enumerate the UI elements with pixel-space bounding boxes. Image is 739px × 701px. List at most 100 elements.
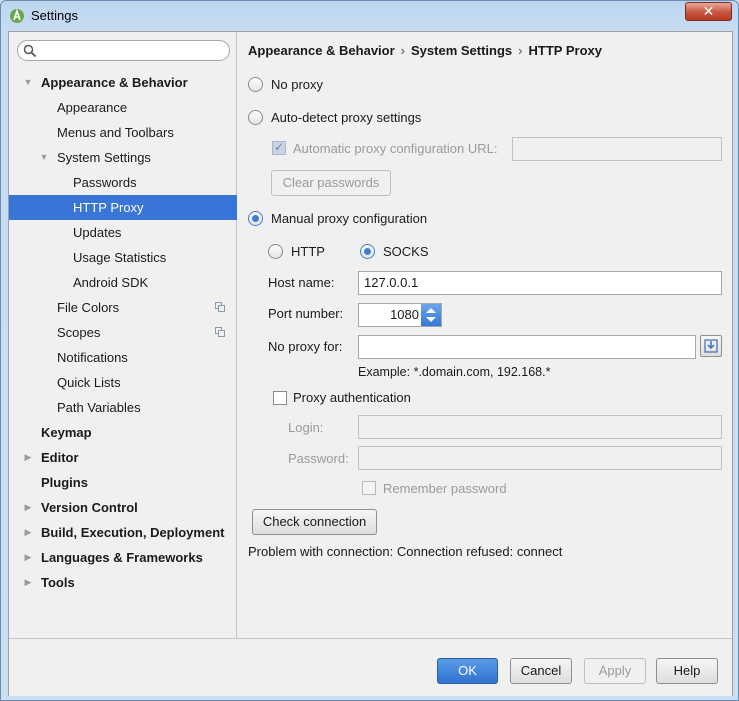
tree-item-file-colors[interactable]: File Colors — [9, 295, 237, 320]
tree-item-label: Editor — [41, 450, 79, 465]
apply-button: Apply — [584, 658, 646, 684]
auto-detect-radio[interactable] — [248, 110, 263, 125]
tree-item-label: HTTP Proxy — [73, 200, 144, 215]
android-studio-icon — [10, 8, 24, 23]
connection-status: Problem with connection: Connection refu… — [248, 544, 563, 559]
tree-item-scopes[interactable]: Scopes — [9, 320, 237, 345]
auto-config-url-label: Automatic proxy configuration URL: — [293, 141, 498, 156]
http-proxy-panel: Appearance & Behavior › System Settings › HT… — [238, 32, 732, 638]
project-scope-icon — [215, 327, 225, 337]
tree-item-label: Scopes — [57, 325, 101, 340]
tree-item-build-execution-deployment[interactable]: ▶ Build, Execution, Deployment — [9, 520, 237, 545]
tree-item-label: Path Variables — [57, 400, 141, 415]
remember-password-label: Remember password — [383, 481, 507, 496]
tree-item-editor[interactable]: ▶ Editor — [9, 445, 237, 470]
dialog-client: ▼ Appearance & Behavior Appearance Menus an… — [8, 31, 733, 696]
collapsed-arrow-icon[interactable]: ▶ — [22, 445, 34, 470]
clear-passwords-button: Clear passwords — [271, 170, 391, 196]
auto-config-url-field — [512, 137, 722, 161]
spinner-down-icon[interactable] — [426, 317, 436, 322]
close-button[interactable]: ✕ — [685, 2, 732, 21]
breadcrumb-item: Appearance & Behavior — [248, 43, 395, 58]
password-input — [358, 446, 722, 470]
collapsed-arrow-icon[interactable]: ▶ — [22, 545, 34, 570]
project-scope-icon — [215, 302, 225, 312]
tree-item-menus-and-toolbars[interactable]: Menus and Toolbars — [9, 120, 237, 145]
tree-item-keymap[interactable]: Keymap — [9, 420, 237, 445]
tree-item-label: System Settings — [57, 150, 151, 165]
check-connection-button[interactable]: Check connection — [252, 509, 377, 535]
spinner-up-icon[interactable] — [426, 308, 436, 313]
socks-radio[interactable] — [360, 244, 375, 259]
tree-item-label: Build, Execution, Deployment — [41, 525, 225, 540]
login-input — [358, 415, 722, 439]
http-radio[interactable] — [268, 244, 283, 259]
expand-field-button[interactable] — [700, 335, 722, 357]
tree-item-appearance-behavior[interactable]: ▼ Appearance & Behavior — [9, 70, 237, 95]
tree-item-label: Updates — [73, 225, 122, 240]
tree-item-plugins[interactable]: Plugins — [9, 470, 237, 495]
tree-item-label: Plugins — [41, 475, 88, 490]
tree-item-label: Usage Statistics — [73, 250, 167, 265]
collapsed-arrow-icon[interactable]: ▶ — [22, 495, 34, 520]
tree-item-tools[interactable]: ▶ Tools — [9, 570, 237, 595]
password-label: Password: — [288, 451, 349, 466]
tree-item-label: Version Control — [41, 500, 138, 515]
tree-item-appearance[interactable]: Appearance — [9, 95, 237, 120]
no-proxy-for-input[interactable] — [358, 335, 696, 359]
port-number-value[interactable]: 1080 — [390, 304, 419, 326]
tree-item-path-variables[interactable]: Path Variables — [9, 395, 237, 420]
window-title: Settings — [31, 8, 78, 23]
tree-item-label: Keymap — [41, 425, 92, 440]
expand-icon — [704, 339, 718, 353]
no-proxy-radio[interactable] — [248, 77, 263, 92]
manual-proxy-label[interactable]: Manual proxy configuration — [271, 211, 427, 226]
port-number-spinner[interactable]: 1080 — [358, 303, 442, 327]
login-label: Login: — [288, 420, 324, 435]
http-label[interactable]: HTTP — [291, 244, 325, 259]
title-bar: Settings ✕ — [1, 1, 738, 31]
breadcrumb-separator: › — [518, 43, 523, 58]
spinner-arrows[interactable] — [421, 304, 441, 326]
auto-detect-label[interactable]: Auto-detect proxy settings — [271, 110, 421, 125]
no-proxy-for-label: No proxy for: — [268, 339, 343, 354]
tree-item-label: Appearance & Behavior — [41, 75, 188, 90]
tree-item-label: Notifications — [57, 350, 128, 365]
proxy-authentication-label[interactable]: Proxy authentication — [293, 390, 411, 405]
manual-proxy-radio[interactable] — [248, 211, 263, 226]
host-name-label: Host name: — [268, 275, 335, 290]
tree-item-android-sdk[interactable]: Android SDK — [9, 270, 237, 295]
tree-item-quick-lists[interactable]: Quick Lists — [9, 370, 237, 395]
tree-item-label: Tools — [41, 575, 75, 590]
help-button[interactable]: Help — [656, 658, 718, 684]
search-icon — [23, 44, 37, 58]
tree-item-label: Quick Lists — [57, 375, 121, 390]
search-input[interactable] — [17, 40, 230, 61]
tree-item-http-proxy[interactable]: HTTP Proxy — [9, 195, 237, 220]
expanded-arrow-icon[interactable]: ▼ — [38, 145, 50, 170]
proxy-authentication-checkbox[interactable] — [273, 391, 287, 405]
auto-config-url-checkbox — [272, 140, 286, 155]
host-name-input[interactable]: 127.0.0.1 — [358, 271, 722, 295]
tree-item-passwords[interactable]: Passwords — [9, 170, 237, 195]
settings-window: Settings ✕ ▼ Appearance & Behavior Appeara… — [0, 0, 739, 701]
cancel-button[interactable]: Cancel — [510, 658, 572, 684]
tree-item-languages-frameworks[interactable]: ▶ Languages & Frameworks — [9, 545, 237, 570]
tree-item-label: Android SDK — [73, 275, 149, 290]
tree-item-updates[interactable]: Updates — [9, 220, 237, 245]
tree-item-version-control[interactable]: ▶ Version Control — [9, 495, 237, 520]
no-proxy-label[interactable]: No proxy — [271, 77, 323, 92]
collapsed-arrow-icon[interactable]: ▶ — [22, 570, 34, 595]
ok-button[interactable]: OK — [437, 658, 498, 684]
dialog-buttons: OK Cancel Apply Help — [9, 638, 732, 696]
expanded-arrow-icon[interactable]: ▼ — [22, 70, 34, 95]
tree-item-label: File Colors — [57, 300, 120, 315]
tree-item-usage-statistics[interactable]: Usage Statistics — [9, 245, 237, 270]
settings-navigation: ▼ Appearance & Behavior Appearance Menus an… — [9, 32, 237, 638]
socks-label[interactable]: SOCKS — [383, 244, 429, 259]
collapsed-arrow-icon[interactable]: ▶ — [22, 520, 34, 545]
tree-item-system-settings[interactable]: ▼ System Settings — [9, 145, 237, 170]
breadcrumb-separator: › — [400, 43, 406, 58]
tree-item-label: Appearance — [57, 100, 128, 115]
tree-item-notifications[interactable]: Notifications — [9, 345, 237, 370]
